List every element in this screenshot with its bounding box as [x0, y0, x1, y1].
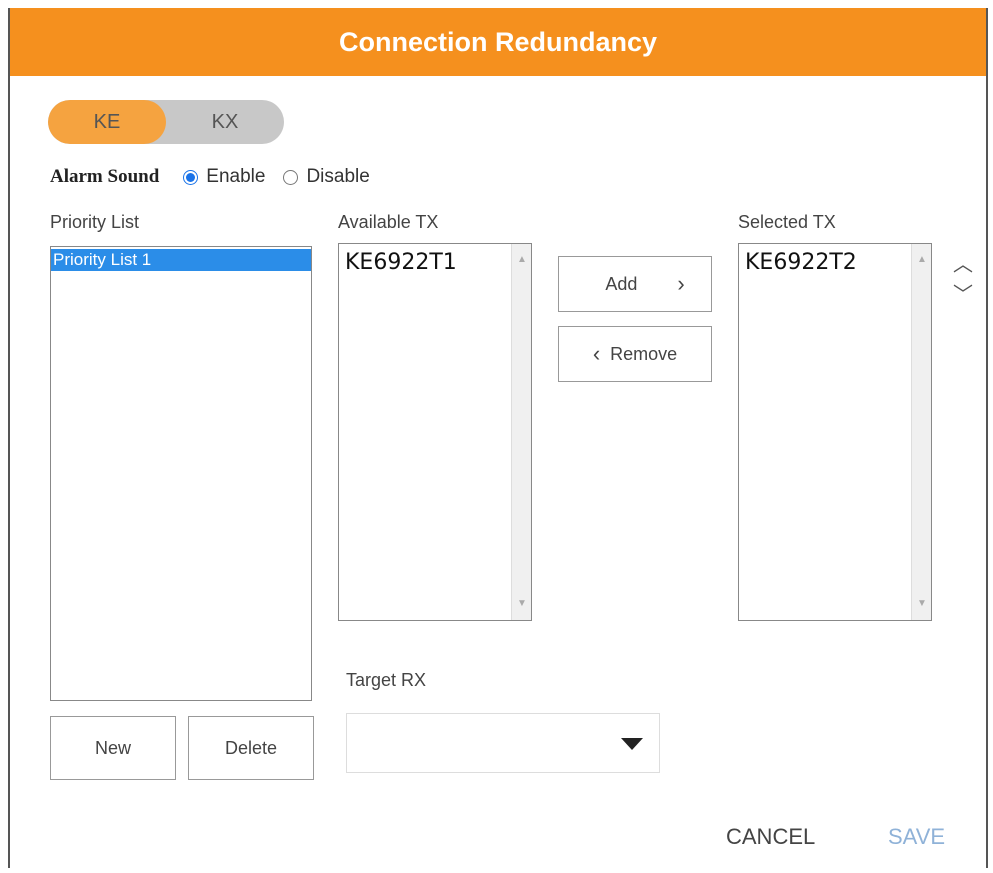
add-button-label: Add — [605, 273, 638, 294]
cancel-button[interactable]: CANCEL — [726, 824, 815, 850]
move-down-icon[interactable]: ﹀ — [948, 278, 978, 308]
dropdown-arrow-icon — [621, 738, 643, 750]
mode-ke-option[interactable]: KE — [48, 100, 166, 144]
remove-button-label: Remove — [610, 343, 678, 364]
new-button[interactable]: New — [50, 716, 176, 780]
connection-redundancy-dialog: Connection Redundancy KE KX Alarm Sound … — [8, 8, 988, 868]
scroll-down-icon[interactable]: ▼ — [912, 594, 932, 614]
selected-tx-scrollbar[interactable]: ▲ ▼ — [911, 244, 931, 620]
mode-toggle[interactable]: KE KX — [48, 100, 284, 144]
priority-list-item[interactable]: Priority List 1 — [51, 249, 311, 271]
selected-tx-list[interactable]: KE6922T2 ▲ ▼ — [738, 243, 932, 621]
scroll-up-icon[interactable]: ▲ — [912, 250, 932, 270]
move-up-icon[interactable]: ︿ — [948, 248, 978, 278]
alarm-sound-row: Alarm Sound Enable Disable — [50, 166, 388, 188]
available-tx-label: Available TX — [338, 212, 439, 232]
alarm-enable-radio[interactable]: Enable — [183, 166, 265, 188]
available-tx-list[interactable]: KE6922T1 ▲ ▼ — [338, 243, 532, 621]
available-tx-item[interactable]: KE6922T1 — [345, 250, 457, 275]
priority-list-label: Priority List — [50, 212, 140, 232]
chevron-right-icon: › — [677, 271, 685, 296]
priority-list-box[interactable]: Priority List 1 — [50, 246, 312, 701]
dialog-title: Connection Redundancy — [10, 8, 986, 76]
selected-tx-item[interactable]: KE6922T2 — [745, 250, 857, 275]
chevron-left-icon: ‹ — [592, 341, 601, 366]
alarm-disable-label: Disable — [306, 166, 370, 187]
target-rx-label: Target RX — [346, 670, 427, 690]
alarm-disable-radio[interactable]: Disable — [283, 166, 370, 188]
mode-kx-option[interactable]: KX — [166, 100, 284, 144]
alarm-enable-label: Enable — [206, 166, 266, 187]
delete-button[interactable]: Delete — [188, 716, 314, 780]
available-tx-scrollbar[interactable]: ▲ ▼ — [511, 244, 531, 620]
add-button[interactable]: Add › — [558, 256, 712, 312]
alarm-sound-label: Alarm Sound — [50, 166, 160, 187]
scroll-up-icon[interactable]: ▲ — [512, 250, 532, 270]
radio-unchecked-icon — [283, 169, 299, 185]
target-rx-select[interactable] — [346, 713, 660, 773]
remove-button[interactable]: ‹ Remove — [558, 326, 712, 382]
radio-checked-icon — [183, 169, 199, 185]
reorder-controls: ︿ ﹀ — [948, 248, 978, 308]
scroll-down-icon[interactable]: ▼ — [512, 594, 532, 614]
selected-tx-label: Selected TX — [738, 212, 836, 232]
save-button[interactable]: SAVE — [888, 824, 945, 850]
